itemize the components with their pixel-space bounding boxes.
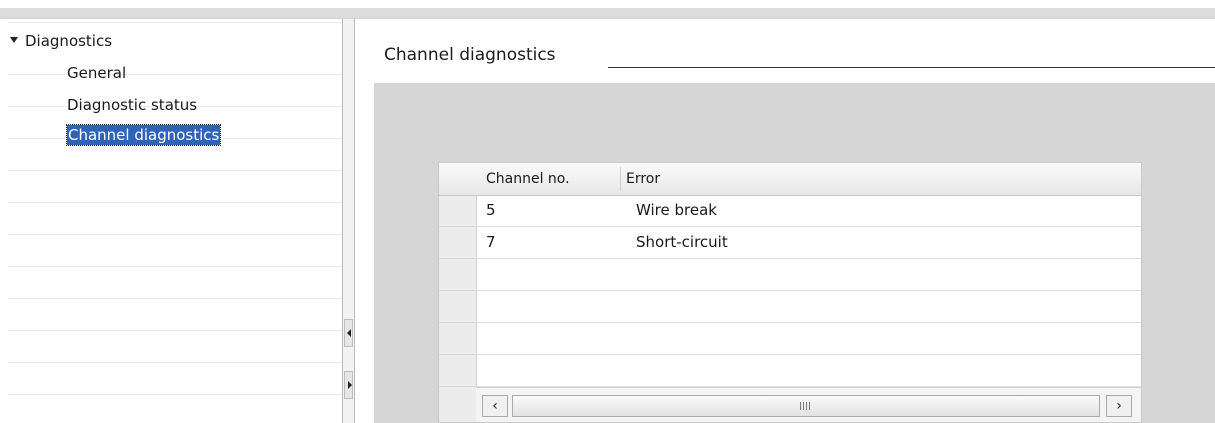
nav-item-general[interactable]: General: [67, 61, 126, 85]
row-header[interactable]: [439, 227, 476, 259]
nav-item-channel-diagnostics[interactable]: Channel diagnostics: [65, 123, 222, 147]
nav-group-label: Diagnostics: [25, 32, 113, 50]
channel-diagnostics-table: Channel no. Error 5 Wire break 7 Short-c…: [438, 162, 1142, 423]
row-header[interactable]: [439, 291, 476, 323]
column-header-channel[interactable]: Channel no.: [486, 163, 570, 195]
nav-item-label: Channel diagnostics: [65, 124, 222, 146]
row-header[interactable]: [439, 259, 476, 291]
table-header: Channel no. Error: [439, 163, 1141, 196]
table-row-empty[interactable]: [476, 355, 1141, 387]
section-title: Channel diagnostics: [384, 45, 556, 65]
scrollbar-thumb[interactable]: [512, 395, 1100, 417]
table-row-empty[interactable]: [476, 323, 1141, 355]
table-row-empty[interactable]: [476, 291, 1141, 323]
table-row[interactable]: 5 Wire break: [476, 195, 1141, 227]
row-header-column: [439, 163, 477, 422]
row-header[interactable]: [439, 195, 476, 227]
scroll-left-button[interactable]: ‹: [482, 395, 508, 417]
pane-splitter[interactable]: [342, 19, 355, 423]
column-header-error[interactable]: Error: [626, 163, 660, 195]
column-separator[interactable]: [620, 167, 621, 191]
row-header[interactable]: [439, 355, 476, 387]
grip-icon: [800, 402, 810, 410]
table-row-empty[interactable]: [476, 259, 1141, 291]
cell-error: Short-circuit: [636, 233, 728, 251]
nav-item-label: General: [67, 64, 127, 82]
navigation-tree: Diagnostics General Diagnostic status Ch…: [0, 19, 342, 423]
navigation-row-lines: [8, 19, 342, 423]
section-title-rule: [608, 67, 1215, 68]
row-header[interactable]: [439, 323, 476, 355]
expand-right-button[interactable]: [344, 371, 353, 399]
chevron-right-icon: ›: [1116, 398, 1122, 414]
arrow-right-icon: [348, 381, 352, 389]
collapse-left-button[interactable]: [344, 319, 353, 347]
top-toolbar: [0, 0, 1215, 19]
expand-caret-icon[interactable]: [10, 36, 18, 43]
table-row[interactable]: 7 Short-circuit: [476, 227, 1141, 259]
scroll-right-button[interactable]: ›: [1106, 395, 1132, 417]
cell-channel: 5: [486, 201, 496, 219]
chevron-left-icon: ‹: [492, 398, 498, 414]
nav-item-label: Diagnostic status: [67, 96, 198, 114]
top-toolbar-strip: [0, 8, 1215, 18]
cell-channel: 7: [486, 233, 496, 251]
cell-error: Wire break: [636, 201, 717, 219]
nav-item-diagnostic-status[interactable]: Diagnostic status: [67, 93, 197, 117]
horizontal-scrollbar[interactable]: ‹ ›: [476, 387, 1141, 422]
nav-group-diagnostics[interactable]: Diagnostics: [10, 29, 112, 53]
content-area: Channel diagnostics Channel no. Error 5 …: [355, 19, 1215, 423]
arrow-left-icon: [347, 329, 351, 337]
